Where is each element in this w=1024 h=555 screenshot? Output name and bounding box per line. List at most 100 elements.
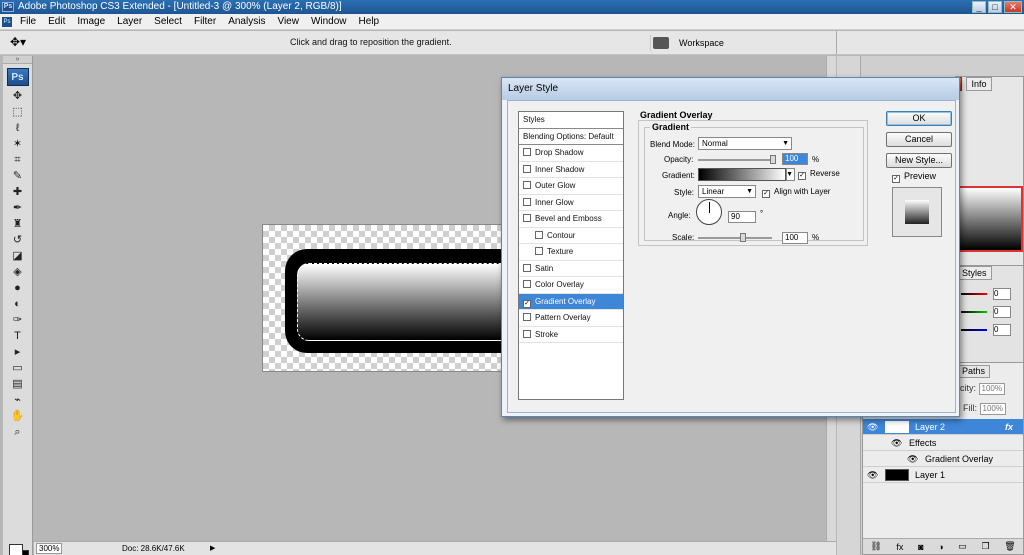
green-value[interactable]: 0 bbox=[993, 306, 1011, 318]
style-bevel-emboss[interactable]: Bevel and Emboss bbox=[519, 211, 623, 228]
pen-tool-icon[interactable]: ✑ bbox=[3, 313, 32, 327]
folder-icon[interactable]: ▭ bbox=[958, 541, 967, 552]
preview-check-icon[interactable]: ✓ bbox=[892, 175, 900, 183]
preview-checkbox[interactable]: ✓ Preview bbox=[892, 171, 936, 183]
menu-layer[interactable]: Layer bbox=[111, 16, 148, 27]
checkbox[interactable] bbox=[523, 148, 531, 156]
green-slider[interactable]: 0 bbox=[961, 306, 1021, 318]
style-inner-glow[interactable]: Inner Glow bbox=[519, 195, 623, 211]
style-contour[interactable]: Contour bbox=[519, 228, 623, 244]
close-window-button[interactable]: ✕ bbox=[1004, 1, 1022, 13]
blue-value[interactable]: 0 bbox=[993, 324, 1011, 336]
link-icon[interactable]: ⛓ bbox=[870, 541, 881, 552]
blue-slider[interactable]: 0 bbox=[961, 324, 1021, 336]
trash-icon[interactable]: 🗑 bbox=[1004, 541, 1015, 552]
blur-tool-icon[interactable]: ● bbox=[3, 281, 32, 295]
layer-row-gradient-overlay[interactable]: 👁 Gradient Overlay bbox=[863, 451, 1023, 467]
angle-field[interactable]: 90 bbox=[728, 211, 756, 223]
type-tool-icon[interactable]: T bbox=[3, 329, 32, 343]
style-select[interactable]: Linear ▼ bbox=[698, 185, 756, 198]
menu-analysis[interactable]: Analysis bbox=[222, 16, 271, 27]
checkbox[interactable] bbox=[535, 230, 543, 239]
marquee-tool-icon[interactable]: ⬚ bbox=[3, 105, 32, 119]
menu-window[interactable]: Window bbox=[305, 16, 353, 27]
adjustment-icon[interactable]: ◑ bbox=[938, 542, 943, 552]
style-pattern-overlay[interactable]: Pattern Overlay bbox=[519, 310, 623, 327]
style-outer-glow[interactable]: Outer Glow bbox=[519, 178, 623, 195]
visibility-eye-icon[interactable]: 👁 bbox=[867, 422, 878, 432]
notes-tool-icon[interactable]: ▤ bbox=[3, 377, 32, 391]
fx-icon[interactable]: fx bbox=[896, 542, 903, 552]
dialog-title[interactable]: Layer Style bbox=[502, 78, 959, 100]
layer-opacity-field[interactable]: 100% bbox=[978, 383, 1005, 395]
document-canvas[interactable] bbox=[262, 224, 527, 372]
menu-edit[interactable]: Edit bbox=[42, 16, 71, 27]
styles-header[interactable]: Styles bbox=[519, 112, 623, 129]
new-layer-icon[interactable]: ❐ bbox=[981, 541, 989, 552]
checkbox[interactable] bbox=[523, 280, 531, 288]
eraser-tool-icon[interactable]: ◪ bbox=[3, 249, 32, 263]
foreground-color-swatch[interactable] bbox=[9, 544, 23, 555]
layer-row-layer-1[interactable]: 👁 Layer 1 bbox=[863, 467, 1023, 483]
style-satin[interactable]: Satin bbox=[519, 261, 623, 277]
healing-brush-icon[interactable]: ✚ bbox=[3, 185, 32, 199]
angle-dial[interactable] bbox=[696, 199, 722, 225]
green-slider-track[interactable] bbox=[961, 311, 987, 313]
checkbox-checked[interactable]: ✓ bbox=[523, 299, 531, 308]
scale-slider[interactable] bbox=[698, 233, 772, 242]
minimize-button[interactable]: _ bbox=[972, 1, 986, 13]
reverse-check-icon[interactable]: ✓ bbox=[798, 172, 806, 180]
eyedropper-icon[interactable]: ⌁ bbox=[3, 393, 32, 407]
mask-icon[interactable]: ◙ bbox=[918, 542, 923, 552]
style-inner-shadow[interactable]: Inner Shadow bbox=[519, 162, 623, 178]
slice-tool-icon[interactable]: ✎ bbox=[3, 169, 32, 183]
zoom-field[interactable]: 300% bbox=[36, 543, 62, 554]
new-style-button[interactable]: New Style... bbox=[886, 153, 952, 168]
maximize-button[interactable]: □ bbox=[988, 1, 1002, 13]
scale-field[interactable]: 100 bbox=[782, 232, 808, 244]
fx-icon[interactable]: fx bbox=[1005, 419, 1013, 435]
magic-wand-icon[interactable]: ✶ bbox=[3, 137, 32, 151]
red-slider[interactable]: 0 bbox=[961, 288, 1021, 300]
menu-select[interactable]: Select bbox=[148, 16, 188, 27]
checkbox[interactable] bbox=[523, 263, 531, 272]
dodge-tool-icon[interactable]: ◐ bbox=[3, 297, 32, 311]
align-check-icon[interactable]: ✓ bbox=[762, 190, 770, 198]
effects-eye-icon[interactable]: 👁 bbox=[891, 438, 902, 448]
layer-fill-field[interactable]: 100% bbox=[979, 403, 1006, 415]
ok-button[interactable]: OK bbox=[886, 111, 952, 126]
checkbox[interactable] bbox=[523, 214, 531, 222]
checkbox[interactable] bbox=[535, 247, 543, 255]
scale-slider-knob[interactable] bbox=[740, 233, 746, 242]
gradient-picker[interactable] bbox=[698, 168, 786, 181]
zoom-tool-icon[interactable]: ⌕ bbox=[3, 425, 32, 439]
menu-image[interactable]: Image bbox=[71, 16, 111, 27]
paths-tab[interactable]: Paths bbox=[957, 365, 991, 378]
hand-tool-icon[interactable]: ✋ bbox=[3, 409, 32, 423]
opacity-slider[interactable] bbox=[698, 155, 776, 164]
checkbox[interactable] bbox=[523, 313, 531, 321]
move-tool-icon[interactable]: ✥▾ bbox=[10, 35, 36, 51]
checkbox[interactable] bbox=[523, 329, 531, 338]
gradient-dropdown[interactable]: ▼ bbox=[786, 168, 795, 181]
align-with-layer-checkbox[interactable]: ✓ Align with Layer bbox=[762, 187, 830, 198]
checkbox[interactable] bbox=[523, 164, 531, 173]
style-color-overlay[interactable]: Color Overlay bbox=[519, 277, 623, 294]
move-tool-icon[interactable]: ✥ bbox=[3, 89, 32, 103]
workspace-button[interactable]: Workspace ▾ bbox=[650, 35, 730, 64]
cancel-button[interactable]: Cancel bbox=[886, 132, 952, 147]
menu-view[interactable]: View bbox=[271, 16, 305, 27]
red-value[interactable]: 0 bbox=[993, 288, 1011, 300]
brush-tool-icon[interactable]: ✒ bbox=[3, 201, 32, 215]
style-gradient-overlay[interactable]: ✓ Gradient Overlay bbox=[519, 293, 623, 310]
info-tab[interactable]: Info bbox=[966, 77, 992, 91]
crop-tool-icon[interactable]: ⌗ bbox=[3, 153, 32, 167]
paint-bucket-icon[interactable]: ◈ bbox=[3, 265, 32, 279]
menu-help[interactable]: Help bbox=[353, 16, 386, 27]
checkbox[interactable] bbox=[523, 197, 531, 206]
menu-filter[interactable]: Filter bbox=[188, 16, 222, 27]
gradient-overlay-eye-icon[interactable]: 👁 bbox=[907, 454, 918, 464]
history-brush-icon[interactable]: ↺ bbox=[3, 233, 32, 247]
style-stroke[interactable]: Stroke bbox=[519, 327, 623, 343]
blue-slider-track[interactable] bbox=[961, 329, 987, 331]
